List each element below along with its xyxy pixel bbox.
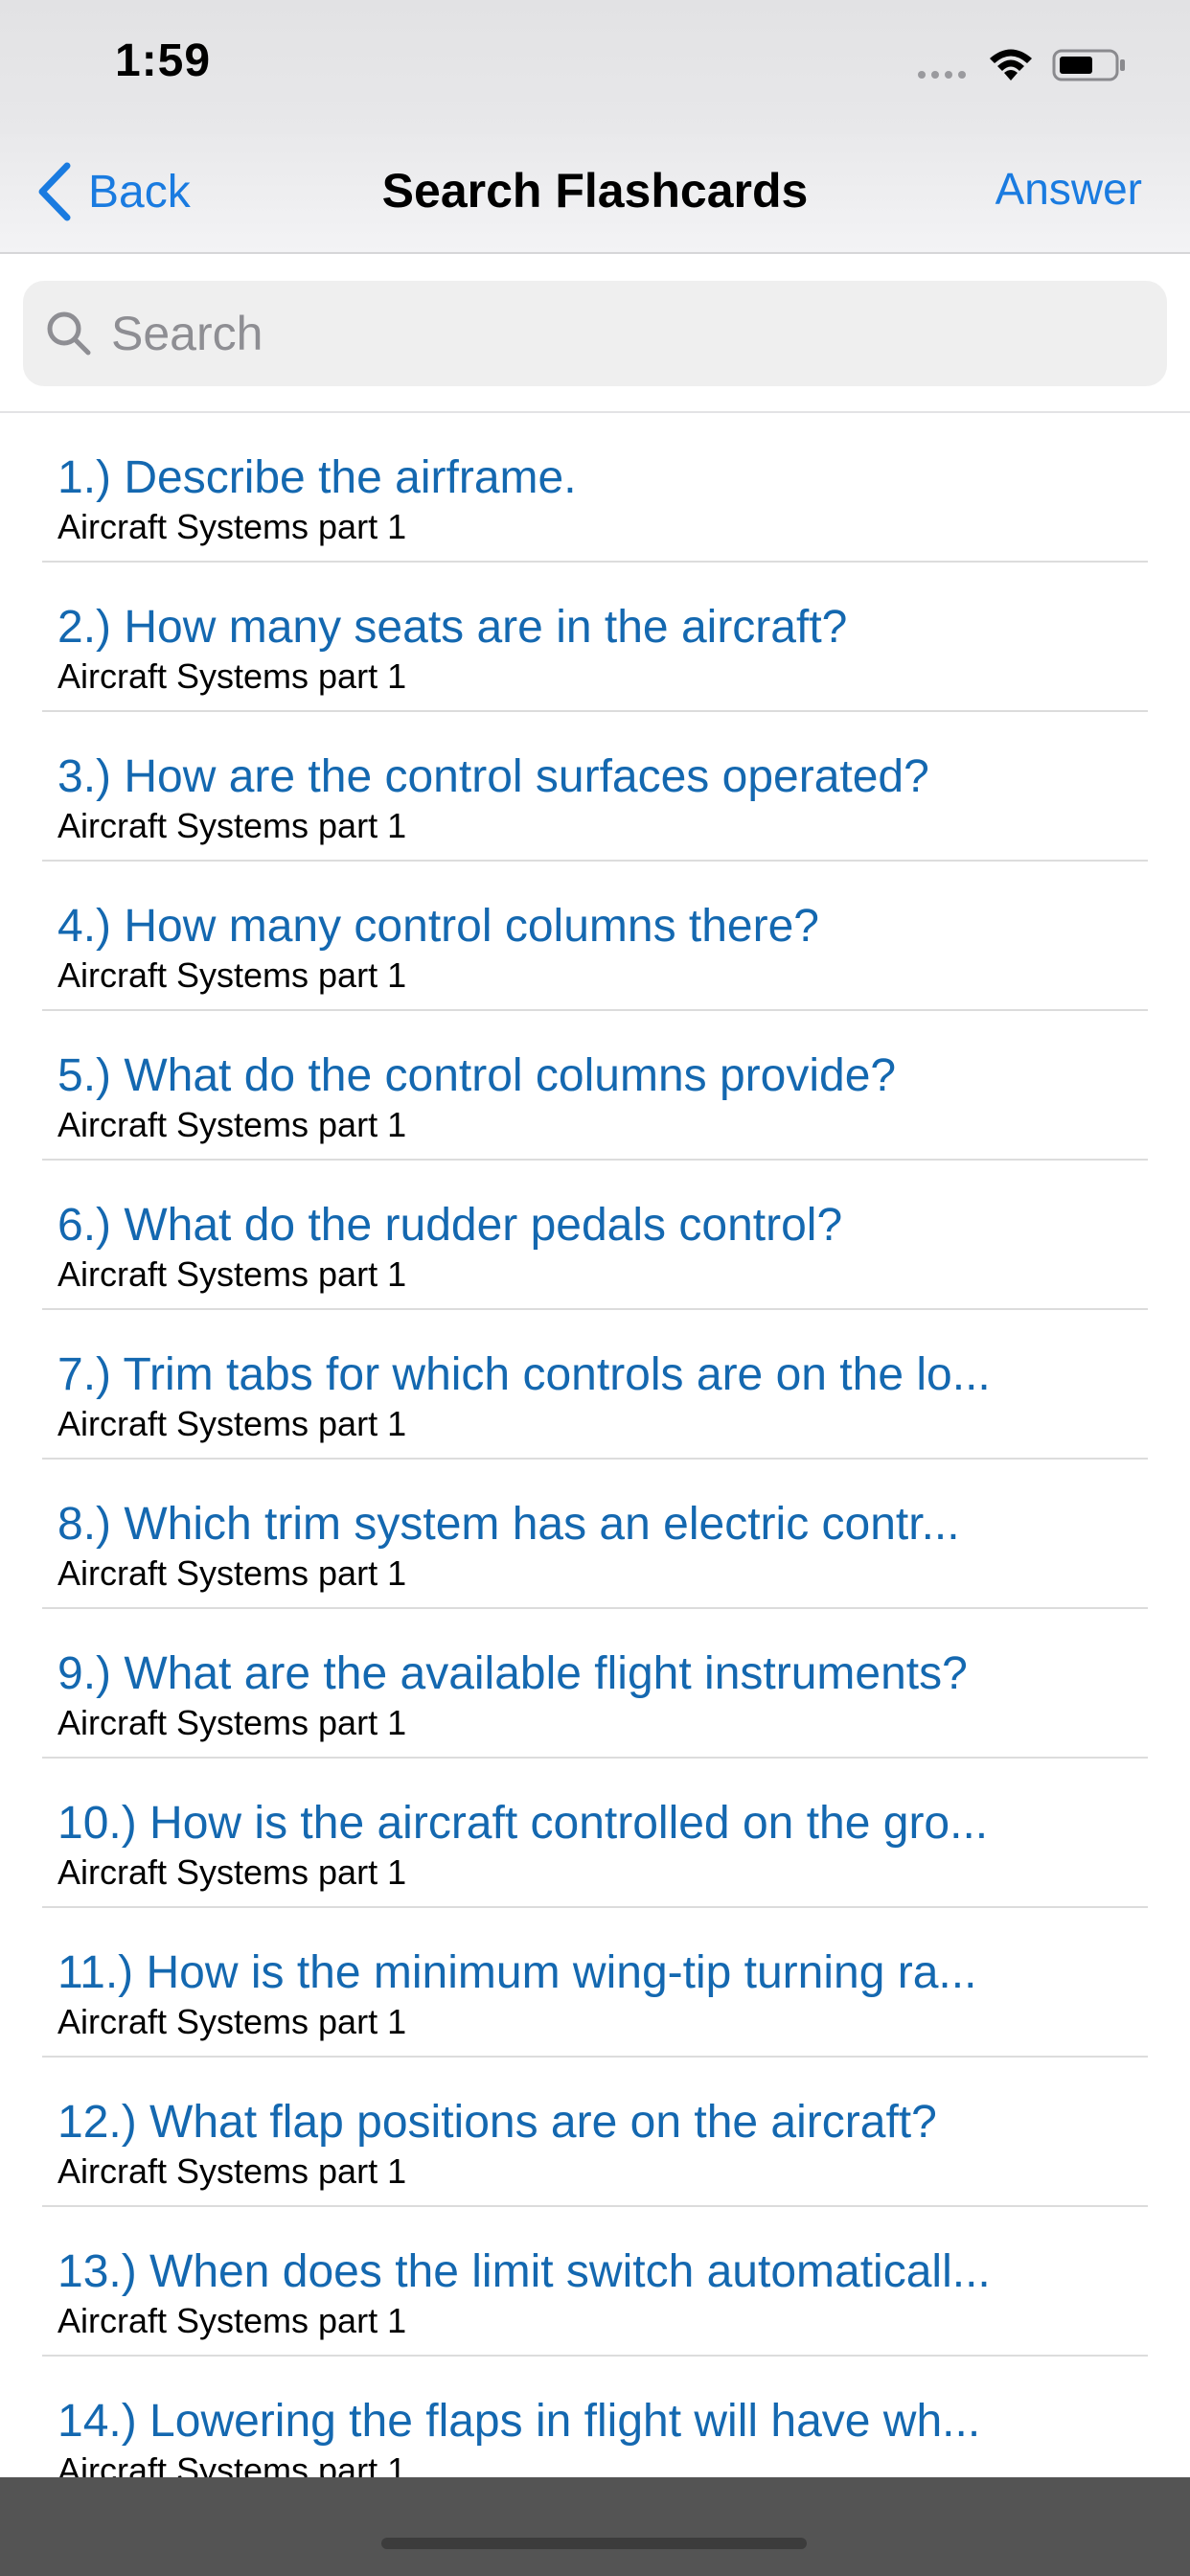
item-category: Aircraft Systems part 1 — [57, 1703, 407, 1742]
item-category: Aircraft Systems part 1 — [57, 955, 407, 995]
item-question: 14.) Lowering the flaps in flight will h… — [57, 2396, 981, 2447]
item-question: 9.) What are the available flight instru… — [57, 1648, 968, 1699]
list-item[interactable]: 9.) What are the available flight instru… — [0, 1609, 1190, 1759]
list-item[interactable]: 7.) Trim tabs for which controls are on … — [0, 1310, 1190, 1460]
item-question: 8.) Which trim system has an electric co… — [57, 1499, 960, 1550]
list-item[interactable]: 5.) What do the control columns provide?… — [0, 1011, 1190, 1161]
search-box[interactable] — [23, 281, 1167, 386]
item-question: 13.) When does the limit switch automati… — [57, 2246, 991, 2297]
item-question: 3.) How are the control surfaces operate… — [57, 751, 929, 802]
list-item[interactable]: 10.) How is the aircraft controlled on t… — [0, 1759, 1190, 1908]
status-bar: 1:59 — [0, 0, 1190, 134]
item-category: Aircraft Systems part 1 — [57, 1254, 407, 1294]
item-category: Aircraft Systems part 1 — [57, 2450, 407, 2477]
list-item[interactable]: 8.) Which trim system has an electric co… — [0, 1460, 1190, 1609]
item-category: Aircraft Systems part 1 — [57, 2301, 407, 2340]
search-bar-container — [0, 256, 1190, 413]
list-item[interactable]: 4.) How many control columns there? Airc… — [0, 862, 1190, 1011]
item-category: Aircraft Systems part 1 — [57, 1553, 407, 1593]
item-question: 6.) What do the rudder pedals control? — [57, 1200, 843, 1251]
list-item[interactable]: 1.) Describe the airframe. Aircraft Syst… — [0, 413, 1190, 563]
status-time: 1:59 — [115, 35, 212, 86]
item-question: 10.) How is the aircraft controlled on t… — [57, 1798, 989, 1849]
home-indicator-area — [0, 2477, 1190, 2576]
item-question: 1.) Describe the airframe. — [57, 452, 577, 503]
flashcard-list: 1.) Describe the airframe. Aircraft Syst… — [0, 413, 1190, 2477]
item-question: 4.) How many control columns there? — [57, 901, 819, 952]
battery-icon — [1052, 49, 1125, 81]
item-category: Aircraft Systems part 1 — [57, 507, 407, 546]
item-category: Aircraft Systems part 1 — [57, 656, 407, 696]
item-question: 12.) What flap positions are on the airc… — [57, 2097, 937, 2148]
list-item[interactable]: 13.) When does the limit switch automati… — [0, 2207, 1190, 2357]
item-category: Aircraft Systems part 1 — [57, 2151, 407, 2191]
wifi-icon — [990, 49, 1032, 80]
item-category: Aircraft Systems part 1 — [57, 806, 407, 845]
list-item[interactable]: 3.) How are the control surfaces operate… — [0, 712, 1190, 862]
item-category: Aircraft Systems part 1 — [57, 2002, 407, 2041]
item-category: Aircraft Systems part 1 — [57, 1105, 407, 1144]
navigation-bar: Back Search Flashcards Answer — [0, 134, 1190, 254]
item-category: Aircraft Systems part 1 — [57, 1404, 407, 1443]
search-icon — [47, 311, 91, 356]
list-item[interactable]: 2.) How many seats are in the aircraft? … — [0, 563, 1190, 712]
answer-button[interactable]: Answer — [995, 163, 1142, 215]
item-question: 11.) How is the minimum wing-tip turning… — [57, 1947, 977, 1998]
list-item[interactable]: 11.) How is the minimum wing-tip turning… — [0, 1908, 1190, 2058]
item-question: 2.) How many seats are in the aircraft? — [57, 602, 848, 653]
item-category: Aircraft Systems part 1 — [57, 1852, 407, 1892]
list-item[interactable]: 6.) What do the rudder pedals control? A… — [0, 1161, 1190, 1310]
list-item[interactable]: 14.) Lowering the flaps in flight will h… — [0, 2357, 1190, 2477]
item-question: 7.) Trim tabs for which controls are on … — [57, 1349, 991, 1400]
list-item[interactable]: 12.) What flap positions are on the airc… — [0, 2058, 1190, 2207]
home-indicator[interactable] — [381, 2538, 807, 2549]
signal-dots-icon — [918, 71, 966, 79]
item-question: 5.) What do the control columns provide? — [57, 1050, 897, 1101]
search-input[interactable] — [111, 306, 1069, 361]
